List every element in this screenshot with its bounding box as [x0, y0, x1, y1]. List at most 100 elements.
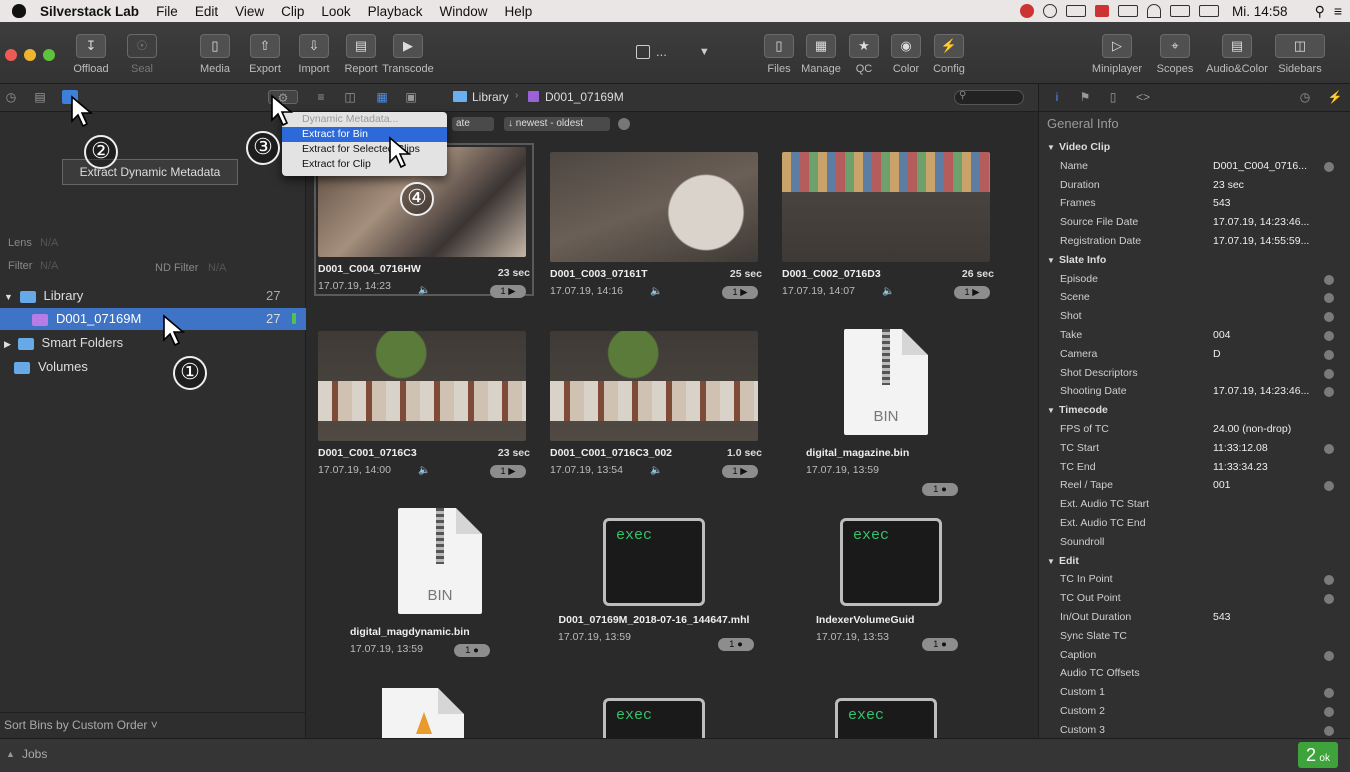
tree-item-library[interactable]: ▼ Library 27	[0, 285, 306, 307]
menu-file[interactable]: File	[156, 4, 178, 19]
menu-clip[interactable]: Clip	[281, 4, 304, 19]
clip-badge[interactable]: 1 ▶	[490, 465, 526, 478]
edit-field-icon[interactable]	[1324, 274, 1334, 285]
info-value[interactable]: 24.00 (non-drop)	[1213, 420, 1291, 439]
file-card[interactable]: exec IndexerVolumeGuid 17.07.19, 13:53 1…	[816, 518, 966, 651]
tree-item-smart-folders[interactable]: ▶ Smart Folders	[0, 332, 306, 354]
info-section-header[interactable]: ▼ Timecode	[1039, 401, 1350, 420]
edit-field-icon[interactable]	[1324, 293, 1334, 304]
sort-bins-control[interactable]: Sort Bins by Custom Order ˅	[0, 712, 306, 738]
disclosure-open-icon[interactable]: ▼	[1047, 552, 1055, 571]
tree-item-volumes[interactable]: Volumes	[0, 356, 306, 378]
config-button[interactable]: ⚡ Config	[920, 34, 978, 75]
code-icon[interactable]: <>	[1135, 90, 1151, 104]
history-icon[interactable]: ◷	[3, 90, 19, 104]
exec-file-icon[interactable]: exec	[835, 698, 937, 738]
info-value[interactable]: 23 sec	[1213, 176, 1244, 195]
edit-field-icon[interactable]	[1324, 161, 1334, 172]
clip-card[interactable]: D001_C003_07161T 25 sec 17.07.19, 14:16 …	[550, 152, 762, 299]
menu-edit[interactable]: Edit	[195, 4, 218, 19]
battery-icon[interactable]	[1199, 5, 1220, 17]
breadcrumb-library[interactable]: Library	[472, 90, 509, 104]
exec-file-icon[interactable]: exec	[603, 698, 705, 738]
seal-button[interactable]: ☉ Seal	[113, 34, 171, 75]
display-icon[interactable]	[1118, 5, 1139, 17]
disclosure-closed-icon[interactable]: ▶	[4, 339, 11, 349]
jobs-ok-badge[interactable]: 2 ok	[1298, 742, 1338, 768]
menu-look[interactable]: Look	[321, 4, 350, 19]
clip-card[interactable]: D001_C002_0716D3 26 sec 17.07.19, 14:07 …	[782, 152, 994, 299]
clip-badge[interactable]: 1 ▶	[722, 465, 758, 478]
edit-field-icon[interactable]	[1324, 331, 1334, 341]
edit-field-icon[interactable]	[1324, 387, 1334, 398]
info-value[interactable]: 543	[1213, 194, 1231, 213]
jobs-expand-icon[interactable]: ▲	[6, 749, 15, 759]
info-value[interactable]: 001	[1213, 476, 1231, 495]
file-card[interactable]: BIN digital_magazine.bin 17.07.19, 13:59…	[806, 329, 966, 496]
miniplayer-button[interactable]: ▷ Miniplayer	[1088, 34, 1146, 75]
clapper-icon[interactable]: ▤	[32, 90, 48, 104]
sync-icon[interactable]	[1043, 4, 1058, 18]
edit-field-icon[interactable]	[1324, 368, 1334, 379]
column-view-icon[interactable]: ◫	[342, 90, 358, 104]
menu-view[interactable]: View	[235, 4, 264, 19]
info-value[interactable]: 17.07.19, 14:23:46...	[1213, 382, 1309, 401]
edit-field-icon[interactable]	[1324, 688, 1334, 699]
disclosure-open-icon[interactable]: ▼	[4, 292, 13, 302]
antivirus-icon[interactable]	[1095, 5, 1110, 17]
apple-icon[interactable]	[12, 4, 26, 18]
sidebars-button[interactable]: ◫ Sidebars	[1270, 34, 1330, 75]
info-value[interactable]: 004	[1213, 326, 1231, 345]
file-badge[interactable]: 1 ●	[922, 483, 958, 496]
layout-selector[interactable]: ... ▼	[636, 44, 710, 59]
clip-badge[interactable]: 1 ▶	[490, 285, 526, 298]
menu-item-extract-for-bin[interactable]: Extract for Bin	[282, 127, 447, 142]
transcode-button[interactable]: ▶ Transcode	[379, 34, 437, 75]
menu-window[interactable]: Window	[439, 4, 487, 19]
close-window-button[interactable]	[5, 49, 17, 61]
document-file-icon[interactable]	[382, 688, 464, 738]
edit-field-icon[interactable]	[1324, 443, 1334, 454]
jobs-label[interactable]: Jobs	[22, 747, 47, 761]
clip-card[interactable]: D001_C001_0716C3_002 1.0 sec 17.07.19, 1…	[550, 331, 762, 478]
edit-field-icon[interactable]	[1324, 594, 1334, 605]
edit-field-icon[interactable]	[1324, 725, 1334, 736]
file-card[interactable]: exec D001_07169M_2018-07-16_144647.mhl 1…	[554, 518, 754, 651]
document-icon[interactable]: ▯	[1105, 90, 1121, 104]
clip-badge[interactable]: 1 ▶	[954, 286, 990, 299]
menu-app-name[interactable]: Silverstack Lab	[40, 4, 139, 19]
audio-color-button[interactable]: ▤ Audio&Color	[1204, 34, 1270, 75]
flag-icon[interactable]: ⚑	[1077, 90, 1093, 104]
disclosure-open-icon[interactable]: ▼	[1047, 401, 1055, 420]
info-icon[interactable]: i	[1049, 90, 1065, 104]
airplay-icon[interactable]	[1170, 5, 1191, 17]
list-view-icon[interactable]: ≡	[313, 90, 329, 104]
info-value[interactable]: D	[1213, 345, 1221, 364]
scopes-button[interactable]: ⌖ Scopes	[1146, 34, 1204, 75]
disclosure-open-icon[interactable]: ▼	[1047, 251, 1055, 270]
preview-view-icon[interactable]: ▣	[403, 90, 419, 104]
breadcrumb-bin[interactable]: D001_07169M	[545, 90, 624, 104]
grid-view-icon[interactable]: ▦	[374, 90, 390, 104]
clip-card[interactable]: D001_C001_0716C3 23 sec 17.07.19, 14:00 …	[318, 331, 530, 478]
info-value[interactable]: 11:33:34.23	[1213, 458, 1268, 477]
info-value[interactable]: 11:33:12.08	[1213, 439, 1268, 458]
tree-item-bin[interactable]: D001_07169M 27	[0, 308, 306, 330]
menu-help[interactable]: Help	[504, 4, 532, 19]
edit-field-icon[interactable]	[1324, 349, 1334, 360]
file-badge[interactable]: 1 ●	[718, 638, 754, 651]
menu-item-extract-for-selected-clips[interactable]: Extract for Selected Clips	[282, 142, 447, 157]
sort-info-icon[interactable]	[618, 118, 630, 130]
creative-cloud-icon[interactable]	[1020, 4, 1035, 18]
file-card[interactable]: BIN digital_magdynamic.bin 17.07.19, 13:…	[350, 508, 530, 657]
screen-capture-icon[interactable]	[1066, 5, 1087, 17]
sort-order-select[interactable]: ↓ newest - oldest	[504, 117, 610, 131]
file-badge[interactable]: 1 ●	[454, 644, 490, 657]
edit-field-icon[interactable]	[1324, 707, 1334, 717]
edit-field-icon[interactable]	[1324, 575, 1334, 586]
info-value[interactable]: 17.07.19, 14:23:46...	[1213, 213, 1309, 232]
edit-field-icon[interactable]	[1324, 650, 1334, 661]
disclosure-open-icon[interactable]: ▼	[1047, 138, 1055, 157]
info-value[interactable]: 543	[1213, 608, 1231, 627]
offload-button[interactable]: ↧ Offload	[62, 34, 120, 75]
